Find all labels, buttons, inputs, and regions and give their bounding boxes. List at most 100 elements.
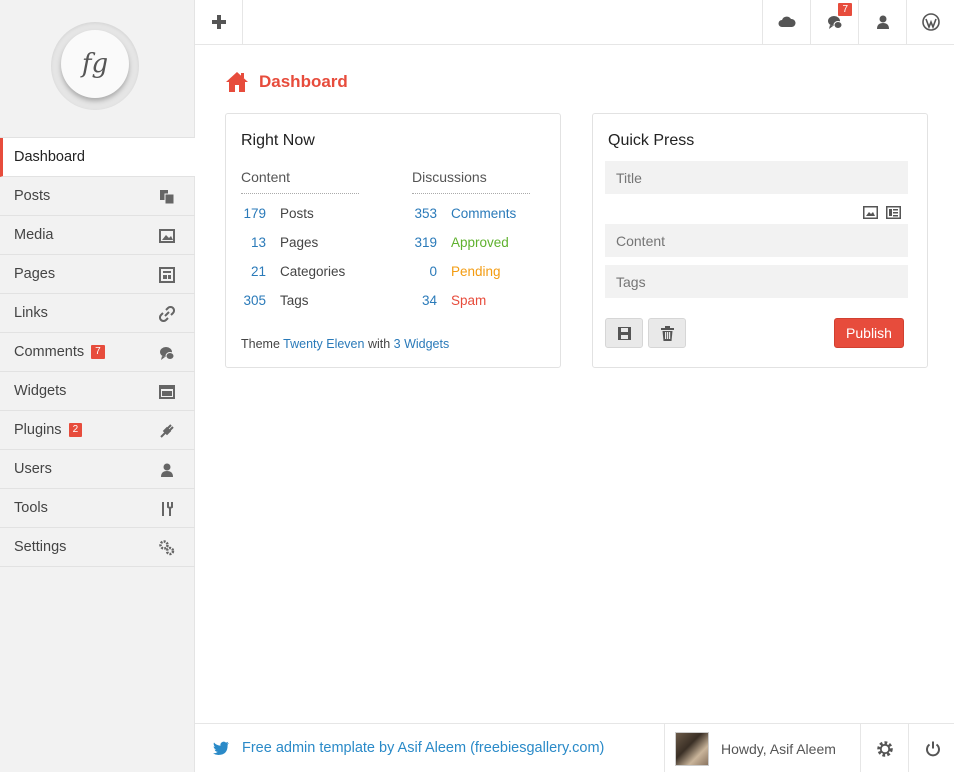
stat-number: 0 — [429, 264, 437, 279]
save-icon — [617, 326, 631, 340]
user-icon — [161, 463, 173, 477]
tools-icon — [162, 502, 173, 516]
footer: Free admin template by Asif Aleem (freeb… — [195, 723, 954, 772]
widgets-icon — [159, 385, 175, 399]
stat-label: Categories — [280, 264, 346, 279]
user-button[interactable] — [858, 0, 906, 44]
sidebar-item-label: Tools — [14, 500, 48, 516]
wordpress-button[interactable] — [906, 0, 954, 44]
sidebar-item-label: Comments — [14, 344, 85, 360]
panel-title: Right Now — [241, 132, 315, 149]
stat-approved[interactable]: 319 Approved — [412, 235, 509, 250]
sidebar-item-label: Widgets — [14, 383, 67, 399]
sidebar-item-links[interactable]: Links — [0, 294, 195, 333]
add-new-button[interactable] — [195, 0, 243, 44]
credit-link[interactable]: Free admin template by Asif Aleem (freeb… — [242, 740, 604, 756]
stat-tags[interactable]: 305 Tags — [241, 293, 308, 308]
stat-pending[interactable]: 0 Pending — [412, 264, 501, 279]
settings-button[interactable] — [860, 724, 908, 772]
twitter-bird-icon — [213, 741, 229, 755]
save-draft-button[interactable] — [605, 318, 643, 348]
sidebar-item-label: Pages — [14, 266, 56, 282]
posts-icon — [160, 190, 175, 205]
stat-label: Approved — [451, 235, 509, 250]
sidebar-item-label: Media — [14, 227, 54, 243]
sidebar-item-dashboard[interactable]: Dashboard — [0, 138, 195, 177]
sidebar-item-label: Links — [14, 305, 48, 321]
home-icon — [226, 72, 248, 92]
stat-label: Spam — [451, 293, 487, 308]
sidebar-menu: Dashboard Posts Media Pages Links Commen… — [0, 137, 195, 567]
user-icon — [876, 15, 889, 29]
add-image-icon[interactable] — [863, 206, 878, 219]
stat-number: 34 — [421, 293, 437, 308]
sidebar-item-widgets[interactable]: Widgets — [0, 372, 195, 411]
sidebar-item-pages[interactable]: Pages — [0, 255, 195, 294]
tags-input[interactable] — [605, 265, 908, 298]
sidebar-item-label: Settings — [14, 539, 67, 555]
sidebar-item-plugins[interactable]: Plugins 2 — [0, 411, 195, 450]
logout-button[interactable] — [908, 724, 954, 772]
widgets-link[interactable]: 3 Widgets — [394, 337, 450, 351]
stat-label: Pending — [451, 264, 501, 279]
stat-label: Posts — [280, 206, 314, 221]
stat-categories[interactable]: 21 Categories — [241, 264, 345, 279]
theme-with: with — [367, 337, 391, 351]
comments-badge: 7 — [91, 345, 105, 359]
logo-mark: fg — [61, 30, 129, 98]
stat-number: 305 — [243, 293, 266, 308]
sidebar-item-comments[interactable]: Comments 7 — [0, 333, 195, 372]
gear-icon — [876, 740, 893, 757]
stat-label: Comments — [451, 206, 517, 221]
right-now-panel: Right Now Content Discussions 179 Posts 1… — [225, 113, 561, 368]
plugins-badge: 2 — [68, 423, 83, 437]
logo[interactable]: fg — [51, 22, 139, 110]
stat-spam[interactable]: 34 Spam — [412, 293, 486, 308]
stat-label: Pages — [280, 235, 319, 250]
power-icon — [925, 741, 940, 756]
publish-button[interactable]: Publish — [834, 318, 904, 348]
cloud-icon — [778, 16, 796, 27]
avatar — [675, 731, 709, 766]
sidebar-item-users[interactable]: Users — [0, 450, 195, 489]
gears-icon — [159, 540, 175, 556]
discussions-heading: Discussions — [412, 169, 530, 194]
comments-icon — [160, 347, 175, 360]
greeting: Howdy, Asif Aleem — [721, 740, 836, 757]
quick-press-panel: Quick Press Publish — [592, 113, 928, 368]
theme-link[interactable]: Twenty Eleven — [283, 337, 364, 351]
stat-number: 319 — [414, 235, 437, 250]
stat-number: 21 — [250, 264, 266, 279]
comments-button[interactable]: 7 — [810, 0, 858, 44]
plug-icon — [160, 424, 174, 438]
theme-prefix: Theme — [241, 337, 280, 351]
sidebar-item-settings[interactable]: Settings — [0, 528, 195, 567]
sidebar-item-tools[interactable]: Tools — [0, 489, 195, 528]
sidebar-item-label: Plugins — [14, 422, 62, 438]
theme-info: Theme Twenty Eleven with 3 Widgets — [241, 337, 449, 351]
trash-icon — [660, 325, 674, 341]
sidebar-item-label: Users — [14, 461, 52, 477]
stat-pages[interactable]: 13 Pages — [241, 235, 318, 250]
panel-title: Quick Press — [608, 132, 695, 149]
add-media-icon[interactable] — [886, 206, 901, 219]
image-icon — [159, 229, 175, 243]
cloud-button[interactable] — [762, 0, 810, 44]
stat-number: 13 — [250, 235, 266, 250]
stat-number: 179 — [243, 206, 266, 221]
sidebar-item-posts[interactable]: Posts — [0, 177, 195, 216]
link-icon — [159, 306, 175, 322]
pages-icon — [159, 267, 175, 283]
stat-comments[interactable]: 353 Comments — [412, 206, 516, 221]
delete-button[interactable] — [648, 318, 686, 348]
stat-posts[interactable]: 179 Posts — [241, 206, 314, 221]
sidebar-item-media[interactable]: Media — [0, 216, 195, 255]
stat-number: 353 — [414, 206, 437, 221]
content-heading: Content — [241, 169, 359, 194]
page-header: Dashboard — [225, 71, 348, 93]
content-input[interactable] — [605, 224, 908, 257]
page-title: Dashboard — [259, 72, 348, 91]
user-box[interactable]: Howdy, Asif Aleem — [664, 724, 860, 772]
title-input[interactable] — [605, 161, 908, 194]
top-bar: 7 — [195, 0, 954, 45]
